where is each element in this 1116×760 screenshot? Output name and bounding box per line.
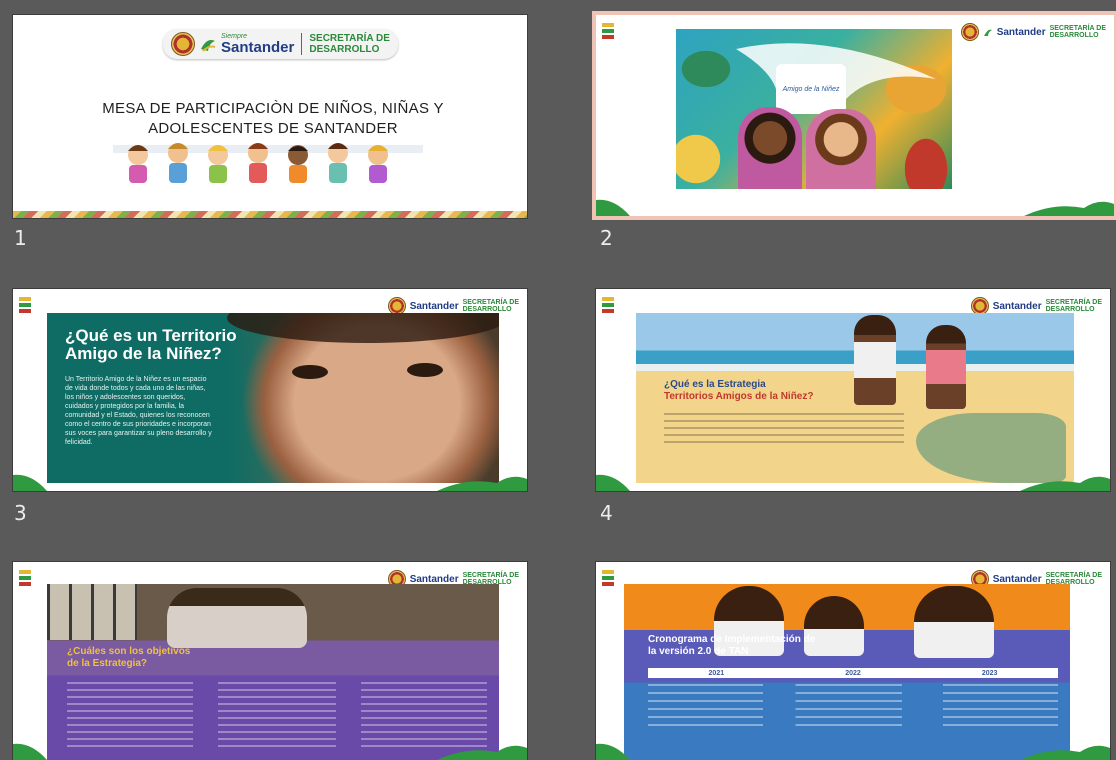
- girl-portrait-image: ¿Qué es un Territorio Amigo de la Niñez?…: [47, 313, 499, 483]
- timeline-text: [648, 684, 1058, 730]
- government-seal-icon: [171, 32, 195, 56]
- brand-name: Santander: [409, 573, 459, 585]
- corner-stripes-icon: [602, 297, 614, 313]
- corner-stripes-icon: [19, 297, 31, 313]
- slide-thumbnail-6[interactable]: Santander SECRETARÍA DE DESARROLLO Cronog…: [596, 562, 1110, 760]
- brand-logo: Siempre Santander: [221, 33, 294, 55]
- green-leaf-left-icon: [13, 474, 47, 491]
- year-label: 2023: [981, 669, 998, 677]
- classroom-image: ¿Cuáles son los objetivos de la Estrateg…: [47, 584, 499, 760]
- slide-logo-bar: Santander SECRETARÍA DE DESARROLLO: [960, 23, 1106, 41]
- schoolchildren-image: Cronograma de Implementación de la versi…: [624, 584, 1070, 760]
- hair: [227, 313, 499, 343]
- government-seal-icon: [960, 23, 979, 41]
- beach-children-image: ¿Qué es la Estrategia Territorios Amigos…: [636, 313, 1074, 483]
- brand-name: Santander: [992, 300, 1042, 312]
- santander-logo-icon: [983, 29, 992, 36]
- brand-name: Santander: [996, 26, 1046, 38]
- green-leaf-right-icon: [1020, 476, 1110, 491]
- years-bar: 2021 2022 2023: [648, 668, 1058, 678]
- corner-stripes-icon: [602, 23, 614, 39]
- amigo-sticker: Amigo de la Niñez: [776, 64, 846, 114]
- child-figure-2: [926, 325, 966, 409]
- secretaria-label: SECRETARÍA DE DESARROLLO: [309, 33, 390, 55]
- green-leaf-right-icon: [437, 745, 527, 760]
- eye-left: [292, 365, 328, 379]
- green-leaf-left-icon: [596, 474, 630, 491]
- slide-body-text: [664, 413, 904, 447]
- child-photo-left: [738, 107, 802, 189]
- child-3: [914, 586, 994, 658]
- slide-heading: ¿Qué es un Territorio Amigo de la Niñez?: [65, 326, 237, 363]
- brand-name: Santander: [409, 300, 459, 312]
- corner-stripes-icon: [19, 570, 31, 586]
- slide-heading: Cronograma de Implementación de la versi…: [648, 634, 816, 657]
- slide-thumbnail-4[interactable]: Santander SECRETARÍA DE DESARROLLO ¿Qué e…: [596, 289, 1110, 491]
- green-leaf-right-icon: [1024, 201, 1114, 216]
- slide-title: MESA DE PARTICIPACIÒN DE NIÑOS, NIÑAS Y …: [102, 100, 444, 137]
- brand-name: Santander: [992, 573, 1042, 585]
- year-label: 2021: [708, 669, 725, 677]
- slide-thumbnail-2[interactable]: Santander SECRETARÍA DE DESARROLLO Amigo …: [592, 11, 1116, 220]
- slide-heading: ¿Cuáles son los objetivos de la Estrateg…: [67, 646, 191, 669]
- year-label: 2022: [845, 669, 861, 677]
- child-figure-1: [854, 315, 896, 405]
- slide-number-3: 3: [14, 501, 27, 525]
- eye-right: [407, 363, 443, 377]
- slide-thumbnail-5[interactable]: Santander SECRETARÍA DE DESARROLLO ¿Cuále…: [13, 562, 527, 760]
- window-grid: [47, 584, 137, 640]
- secretaria-label: SECRETARÍA DE DESARROLLO: [462, 299, 519, 313]
- divider: [301, 33, 303, 55]
- slide-number-2: 2: [600, 226, 613, 250]
- green-leaf-left-icon: [13, 743, 47, 760]
- slide-logo-bar: Siempre Santander SECRETARÍA DE DESARROL…: [163, 29, 398, 59]
- objectives-grid: [67, 682, 487, 752]
- child-photo-right: [806, 109, 876, 189]
- slide-thumbnail-3[interactable]: Santander SECRETARÍA DE DESARROLLO ¿Qué e…: [13, 289, 527, 491]
- slide-thumbnail-1[interactable]: Siempre Santander SECRETARÍA DE DESARROL…: [13, 15, 527, 218]
- santander-logo-icon: [201, 40, 216, 52]
- slide-number-4: 4: [600, 501, 613, 525]
- green-leaf-right-icon: [1020, 745, 1110, 760]
- secretaria-label: SECRETARÍA DE DESARROLLO: [1049, 25, 1106, 39]
- corner-stripes-icon: [602, 570, 614, 586]
- secretaria-label: SECRETARÍA DE DESARROLLO: [1045, 299, 1102, 313]
- slide-heading: ¿Qué es la Estrategia Territorios Amigos…: [664, 379, 814, 402]
- green-leaf-right-icon: [437, 476, 527, 491]
- green-leaf-left-icon: [596, 743, 630, 760]
- children-collage-image: Amigo de la Niñez: [676, 29, 952, 189]
- slide-number-1: 1: [14, 226, 27, 250]
- children-illustration: [113, 143, 423, 183]
- slide-body-text: Un Territorio Amigo de la Niñez es un es…: [65, 376, 212, 446]
- brand-name: Santander: [221, 39, 295, 56]
- decorative-border: [13, 211, 527, 218]
- green-leaf-left-icon: [596, 199, 630, 216]
- child-at-desk: [167, 588, 307, 648]
